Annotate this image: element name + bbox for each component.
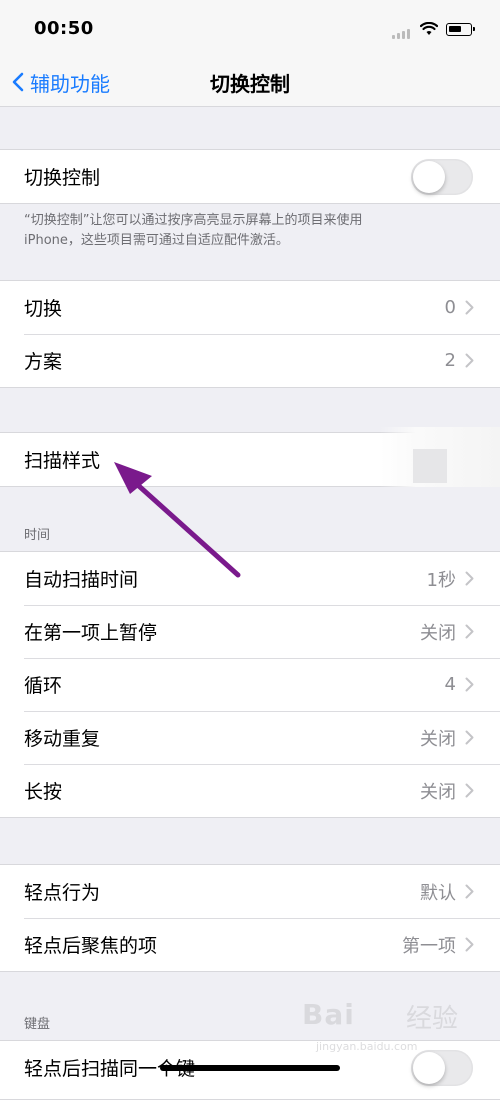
settings-row-move-repeat[interactable]: 移动重复 关闭 xyxy=(0,711,500,764)
wifi-icon xyxy=(420,22,438,35)
settings-row-recipes[interactable]: 方案 2 xyxy=(0,334,500,387)
chevron-right-icon xyxy=(465,884,474,899)
description-line: “切换控制”让您可以通过按序高亮显示屏幕上的项目来使用 xyxy=(24,213,363,228)
settings-row-focused-item-after-tap[interactable]: 轻点后聚焦的项 第一项 xyxy=(0,918,500,971)
battery-icon xyxy=(446,23,475,36)
row-label: 方案 xyxy=(24,351,63,373)
tap-section: 轻点行为 默认 轻点后聚焦的项 第一项 xyxy=(0,864,500,972)
row-value: 0 xyxy=(444,297,456,318)
row-label: 切换 xyxy=(24,298,63,320)
settings-row-auto-scanning-time[interactable]: 自动扫描时间 1秒 xyxy=(0,552,500,605)
baidu-watermark: Bai 经验 jingyan.baidu.com xyxy=(302,990,482,1060)
row-value: 第一项 xyxy=(402,935,456,957)
row-label: 循环 xyxy=(24,675,63,697)
row-label: 在第一项上暂停 xyxy=(24,622,158,644)
row-label: 轻点后聚焦的项 xyxy=(24,935,158,957)
row-value: 默认 xyxy=(420,882,456,904)
status-time: 00:50 xyxy=(34,18,94,39)
row-label: 长按 xyxy=(24,781,63,803)
row-value: 关闭 xyxy=(420,781,456,803)
row-label: 轻点行为 xyxy=(24,882,101,904)
row-value: 4 xyxy=(444,674,456,695)
description-line: iPhone，这些项目需可通过自适应配件激活。 xyxy=(24,233,289,248)
settings-row-loops[interactable]: 循环 4 xyxy=(0,658,500,711)
row-value: 关闭 xyxy=(420,622,456,644)
row-value: 关闭 xyxy=(420,728,456,750)
switch-control-section: 切换控制 xyxy=(0,149,500,204)
page-title: 切换控制 xyxy=(210,72,290,96)
switch-control-row: 切换控制 xyxy=(0,150,500,203)
chevron-right-icon xyxy=(465,624,474,639)
watermark-url: jingyan.baidu.com xyxy=(316,1040,418,1053)
watermark-logo: Bai xyxy=(302,998,355,1031)
switch-control-description: “切换控制”让您可以通过按序高亮显示屏幕上的项目来使用 iPhone，这些项目需… xyxy=(24,211,474,251)
switch-control-toggle[interactable] xyxy=(411,158,473,195)
settings-row-tap-behavior[interactable]: 轻点行为 默认 xyxy=(0,865,500,918)
row-label: 自动扫描时间 xyxy=(24,569,139,591)
chevron-right-icon xyxy=(465,937,474,952)
switch-control-label: 切换控制 xyxy=(24,167,101,189)
row-value: 1秒 xyxy=(426,569,456,591)
timing-section: 自动扫描时间 1秒 在第一项上暂停 关闭 循环 4 移动重复 关闭 长按 关闭 xyxy=(0,551,500,818)
section-header-timing: 时间 xyxy=(24,528,51,543)
chevron-right-icon xyxy=(465,353,474,368)
cellular-signal-icon xyxy=(392,27,414,39)
chevron-right-icon xyxy=(465,300,474,315)
navigation-bar: 辅助功能 切换控制 xyxy=(0,58,500,107)
switches-section: 切换 0 方案 2 xyxy=(0,280,500,388)
home-indicator[interactable] xyxy=(160,1065,340,1071)
settings-row-pause-on-first-item[interactable]: 在第一项上暂停 关闭 xyxy=(0,605,500,658)
row-value: 2 xyxy=(444,350,456,371)
settings-row-switches[interactable]: 切换 0 xyxy=(0,281,500,334)
chevron-right-icon xyxy=(465,677,474,692)
row-label: 扫描样式 xyxy=(24,450,101,472)
chevron-right-icon xyxy=(465,783,474,798)
obscured-block xyxy=(413,449,447,483)
settings-row-long-press[interactable]: 长按 关闭 xyxy=(0,764,500,817)
watermark-logo-cn: 经验 xyxy=(406,1004,459,1034)
chevron-right-icon xyxy=(465,571,474,586)
row-label: 移动重复 xyxy=(24,728,101,750)
status-bar: 00:50 xyxy=(0,0,500,58)
section-header-keyboard: 键盘 xyxy=(24,1017,51,1032)
chevron-right-icon xyxy=(465,730,474,745)
